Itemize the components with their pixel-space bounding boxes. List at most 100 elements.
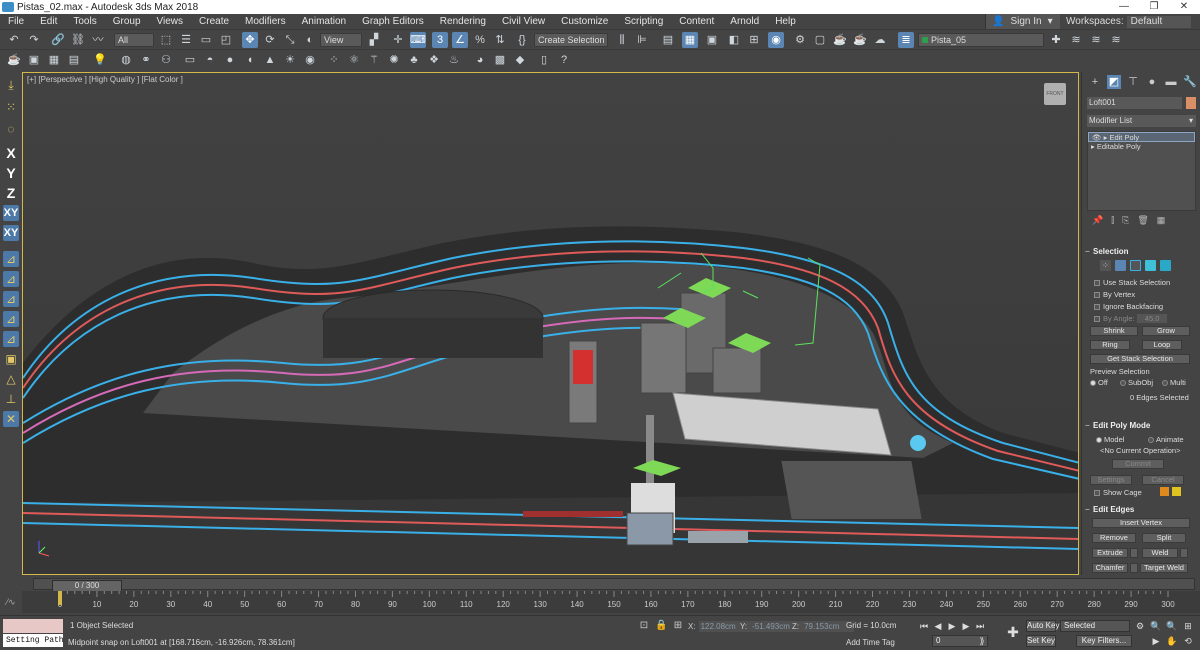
menu-rendering[interactable]: Rendering — [432, 16, 494, 27]
edge-icon[interactable]: ⁙ — [3, 99, 19, 115]
menu-edit[interactable]: Edit — [32, 16, 65, 27]
eye-icon[interactable]: 👁 ▸ — [1092, 133, 1109, 142]
mirror-icon[interactable]: ⫼ — [614, 32, 630, 48]
snap-endpoint-icon[interactable]: ⊿ — [3, 271, 19, 287]
snap-toggle-icon[interactable]: 3 — [432, 32, 448, 48]
edge-mode-icon[interactable] — [1115, 260, 1126, 271]
mini-curve-editor-icon[interactable]: ⁄∿ — [0, 591, 22, 613]
key-filters-button[interactable]: Key Filters... — [1076, 635, 1132, 647]
teapot-icon[interactable]: ☕ — [6, 52, 22, 68]
menu-create[interactable]: Create — [191, 16, 237, 27]
cylinder-icon[interactable]: ◖ — [242, 52, 258, 68]
keyboard-shortcut-icon[interactable]: ⌨ — [410, 32, 426, 48]
object-name-field[interactable]: Loft001 — [1087, 97, 1182, 109]
menu-scripting[interactable]: Scripting — [616, 16, 671, 27]
axis-y-button[interactable]: Y — [3, 165, 19, 181]
snap-face-icon[interactable]: ⊿ — [3, 331, 19, 347]
previous-frame-icon[interactable]: ◀ — [932, 620, 944, 632]
vertex-icon[interactable]: ⁘ — [1100, 260, 1111, 271]
particles-icon[interactable]: ⁘ — [326, 52, 342, 68]
rendered-frame-icon[interactable]: ▢ — [812, 32, 828, 48]
ref-coord-dropdown[interactable]: View — [320, 33, 362, 47]
remove-button[interactable]: Remove — [1092, 533, 1136, 543]
menu-views[interactable]: Views — [149, 16, 192, 27]
cage-color-2-swatch[interactable] — [1172, 487, 1181, 496]
insert-vertex-button[interactable]: Insert Vertex — [1092, 518, 1190, 528]
isolate-selection-icon[interactable]: ⊡ — [638, 620, 650, 632]
ribbon-icon[interactable]: ▣ — [704, 32, 720, 48]
rotate-icon[interactable]: ⟳ — [262, 32, 278, 48]
shrink-button[interactable]: Shrink — [1090, 326, 1138, 336]
preview-subobj-radio[interactable]: SubObj — [1120, 378, 1153, 387]
motion-tab-icon[interactable]: ● — [1145, 75, 1159, 89]
maxscript-listener-input[interactable] — [3, 619, 63, 633]
go-to-start-icon[interactable]: ⏮ — [918, 620, 930, 632]
snap-vertex-icon[interactable]: ⊿ — [3, 251, 19, 267]
wrap-icon[interactable]: ⤓ — [3, 77, 19, 93]
glasses-icon[interactable]: ⚇ — [158, 52, 174, 68]
menu-civil-view[interactable]: Civil View — [494, 16, 553, 27]
play-icon[interactable]: ▶ — [946, 620, 958, 632]
menu-group[interactable]: Group — [105, 16, 149, 27]
axis-xy-button[interactable]: XY — [3, 205, 19, 221]
environment-icon[interactable]: ◕ — [472, 52, 488, 68]
render-production-icon[interactable]: ☕ — [832, 32, 848, 48]
rig-icon[interactable]: ⚚ — [366, 52, 382, 68]
render-iterative-icon[interactable]: ☕ — [852, 32, 868, 48]
edit-edges-rollout-header[interactable]: Edit Edges — [1085, 504, 1198, 515]
snap-options-icon[interactable]: ✕ — [3, 411, 19, 427]
auto-key-button[interactable]: Auto Key — [1026, 620, 1059, 632]
arnold-render-icon[interactable]: ◆ — [512, 52, 528, 68]
axis-z-button[interactable]: Z — [3, 185, 19, 201]
time-slider-track[interactable]: 0 / 300 — [33, 578, 1195, 592]
menu-content[interactable]: Content — [671, 16, 722, 27]
key-mode-toggle-icon[interactable]: ⟫ — [976, 635, 988, 647]
add-time-tag[interactable]: Add Time Tag — [846, 638, 895, 647]
next-frame-icon[interactable]: ▶ — [960, 620, 972, 632]
render-cloud-icon[interactable]: ☁ — [872, 32, 888, 48]
make-unique-icon[interactable]: ⎘ — [1122, 215, 1129, 227]
material-editor-icon[interactable]: ◉ — [768, 32, 784, 48]
polygon-icon[interactable] — [1145, 260, 1156, 271]
snapshot-icon[interactable]: ▣ — [26, 52, 42, 68]
window-crossing-icon[interactable]: ◰ — [218, 32, 234, 48]
maximize-button[interactable]: ❐ — [1140, 0, 1168, 14]
texture-icon[interactable]: ▩ — [492, 52, 508, 68]
dotted-circle-icon[interactable]: ◌ — [3, 121, 19, 137]
snap-midpoint-icon[interactable]: ⊿ — [3, 291, 19, 307]
modify-tab-icon[interactable]: ◩ — [1107, 75, 1121, 89]
menu-help[interactable]: Help — [767, 16, 804, 27]
dome-icon[interactable]: ◓ — [202, 52, 218, 68]
curve-editor-icon[interactable]: ◧ — [726, 32, 742, 48]
layer-dropdown[interactable]: Pista_05 — [918, 33, 1044, 47]
menu-modifiers[interactable]: Modifiers — [237, 16, 294, 27]
rect-selection-icon[interactable]: ▭ — [198, 32, 214, 48]
set-key-icon[interactable]: ✚ — [1004, 623, 1022, 641]
create-layer-icon[interactable]: ✚ — [1048, 32, 1064, 48]
layout-icon[interactable]: ▤ — [66, 52, 82, 68]
settings-button[interactable]: Settings — [1090, 475, 1132, 485]
viewcube[interactable]: FRONT — [1044, 83, 1066, 105]
cloth-icon[interactable]: ❖ — [426, 52, 442, 68]
lightbulb-icon[interactable]: 💡 — [92, 52, 108, 68]
move-icon[interactable]: ✥ — [242, 32, 258, 48]
chamfer-settings-button[interactable] — [1130, 563, 1138, 573]
show-cage-checkbox[interactable]: Show Cage — [1094, 488, 1142, 497]
element-icon[interactable] — [1160, 260, 1171, 271]
workspace-dropdown[interactable]: Default — [1126, 15, 1191, 28]
remove-modifier-icon[interactable]: 🗑 — [1137, 215, 1148, 227]
weld-button[interactable]: Weld — [1142, 548, 1178, 558]
cone-icon[interactable]: ▲ — [262, 52, 278, 68]
field-of-view-icon[interactable]: ▶ — [1150, 635, 1162, 647]
render-setup-icon[interactable]: ⚙ — [792, 32, 808, 48]
redo-icon[interactable]: ↷ — [26, 32, 42, 48]
key-selection-dropdown[interactable]: Selected — [1060, 620, 1130, 632]
select-by-name-icon[interactable]: ☰ — [178, 32, 194, 48]
pivot-icon[interactable]: ▞ — [366, 32, 382, 48]
percent-snap-icon[interactable]: % — [472, 32, 488, 48]
selection-set-dropdown[interactable]: Create Selection Se — [534, 33, 608, 47]
weld-settings-button[interactable] — [1180, 548, 1188, 558]
use-stack-selection-checkbox[interactable]: Use Stack Selection — [1094, 278, 1170, 287]
menu-customize[interactable]: Customize — [553, 16, 616, 27]
snap-pivot-icon[interactable]: ▣ — [3, 351, 19, 367]
